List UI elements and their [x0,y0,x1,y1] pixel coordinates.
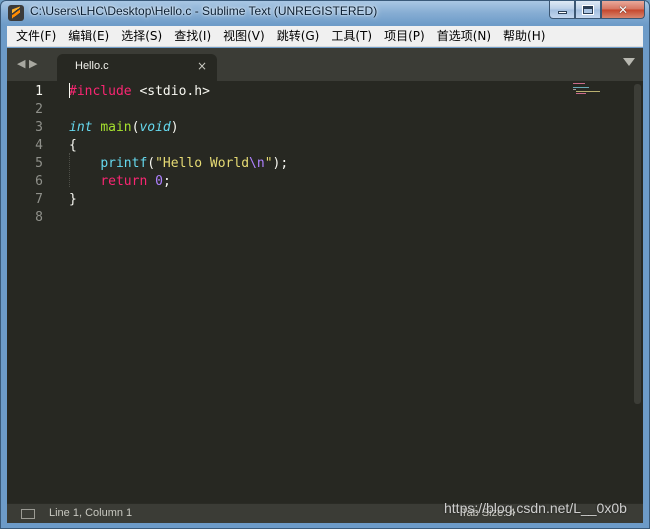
code-token: main [100,120,132,135]
code-token: <stdio.h> [131,84,210,99]
title-bar[interactable]: C:\Users\LHC\Desktop\Hello.c - Sublime T… [1,1,649,25]
code-line: printf("Hello World\n"); [69,155,288,173]
text-cursor [69,83,70,98]
tab-next-icon[interactable]: ▶ [29,57,39,70]
code-token: "Hello World [155,156,250,171]
code-line: #include <stdio.h> [69,83,210,101]
minimap-line [576,91,600,92]
minimize-button[interactable] [549,1,575,19]
minimap-line [573,83,585,84]
minimize-icon [557,11,567,14]
minimap-line [573,89,576,90]
code-token: int [69,120,93,135]
menu-edit[interactable]: 编辑(E) [62,27,115,46]
code-token: ) [170,120,179,135]
code-line: return 0; [69,173,171,191]
code-token: ( [147,156,156,171]
code-token: #include [69,84,132,99]
menu-bar: 文件(F) 编辑(E) 选择(S) 查找(I) 视图(V) 跳转(G) 工具(T… [7,26,643,47]
code-token: printf [100,156,148,171]
code-token: ; [162,174,171,189]
tab-close-icon[interactable]: × [197,59,207,73]
window-controls: ✕ [549,1,645,19]
tab-dropdown-icon[interactable] [623,58,635,66]
minimap-line [573,87,589,88]
code-token: 0 [155,174,163,189]
menu-view[interactable]: 视图(V) [217,27,271,46]
code-editor[interactable]: #include <stdio.h> int main(void){ printf… [69,81,589,498]
code-token: { [69,138,77,153]
panel-toggle-icon[interactable] [21,509,35,519]
minimap[interactable] [573,81,603,101]
editor-area: ◀ ▶ Hello.c × 1 2 3 4 5 6 7 8 #include <… [7,48,643,523]
code-token: void [139,120,171,135]
tab-hello-c[interactable]: Hello.c × [57,54,217,81]
menu-project[interactable]: 项目(P) [378,27,431,46]
code-token: " [264,156,273,171]
menu-help[interactable]: 帮助(H) [497,27,551,46]
maximize-button[interactable] [575,1,601,19]
code-line: } [69,191,77,209]
menu-goto[interactable]: 跳转(G) [271,27,326,46]
menu-tools[interactable]: 工具(T) [325,27,378,46]
window-title: C:\Users\LHC\Desktop\Hello.c - Sublime T… [30,4,378,18]
close-icon: ✕ [617,2,629,17]
code-token: ); [272,156,289,171]
line-number-gutter: 1 2 3 4 5 6 7 8 [7,81,57,498]
line-number: 2 [35,102,43,117]
line-number: 8 [35,210,43,225]
tab-prev-icon[interactable]: ◀ [17,57,27,70]
code-line: { [69,137,77,155]
menu-selection[interactable]: 选择(S) [115,27,168,46]
tab-label: Hello.c [75,60,109,72]
line-number: 4 [35,138,43,153]
code-token: } [69,192,77,207]
line-number: 5 [35,156,43,171]
code-token: \n [249,156,265,171]
vertical-scrollbar[interactable] [634,84,641,404]
maximize-icon [582,4,594,15]
menu-preferences[interactable]: 首选项(N) [431,27,497,46]
app-window: C:\Users\LHC\Desktop\Hello.c - Sublime T… [0,0,650,529]
code-token: return [100,174,148,189]
line-number: 3 [35,120,43,135]
line-number: 1 [35,84,43,99]
close-button[interactable]: ✕ [601,1,645,19]
tab-bar: ◀ ▶ Hello.c × [7,48,643,81]
menu-file[interactable]: 文件(F) [10,27,62,46]
sublime-text-icon[interactable] [8,5,24,21]
code-line: int main(void) [69,119,179,137]
menu-find[interactable]: 查找(I) [168,27,217,46]
tab-navigation: ◀ ▶ [17,57,39,70]
line-number: 6 [35,174,43,189]
line-number: 7 [35,192,43,207]
minimap-line [576,93,586,94]
watermark: https://blog.csdn.net/L__0x0b [444,500,627,516]
cursor-position: Line 1, Column 1 [49,507,133,519]
